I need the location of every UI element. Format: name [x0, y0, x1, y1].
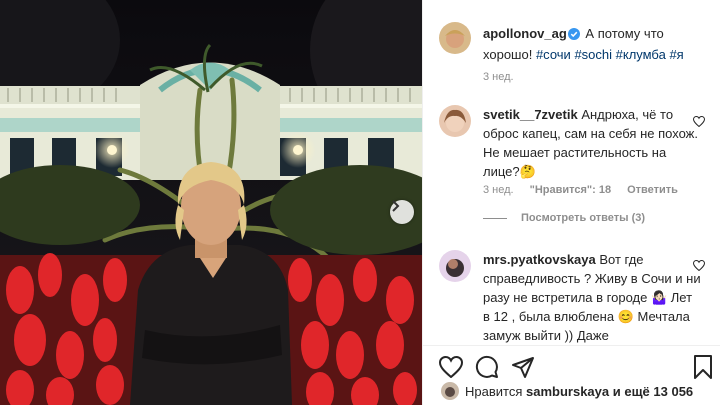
hashtag-sochi[interactable]: #sochi	[574, 47, 612, 62]
likes-prefix: Нравится	[465, 383, 523, 399]
next-photo-button[interactable]	[390, 200, 414, 224]
comments-scroll[interactable]: apollonov_ag А потому что хорошо! #сочи …	[423, 0, 720, 345]
author-username[interactable]: apollonov_ag	[483, 26, 567, 41]
heart-icon[interactable]	[438, 355, 464, 383]
comment-1-meta: 3 нед. "Нравится": 18 Ответить	[483, 184, 678, 196]
comment-2: mrs.pyatkovskaya Вот где справедливость …	[483, 250, 701, 345]
comment-likes-count[interactable]: "Нравится": 18	[530, 184, 611, 196]
post-photo-image	[0, 0, 422, 405]
bookmark-icon[interactable]	[693, 355, 713, 384]
comment-1: svetik__7zvetik Андрюха, чё то оброс кап…	[483, 105, 701, 181]
likes-summary[interactable]: Нравится samburskaya и ещё 13 056	[441, 382, 693, 400]
post-photo[interactable]	[0, 0, 422, 405]
verified-icon	[567, 26, 580, 45]
commenter-avatar[interactable]	[439, 250, 471, 282]
share-icon[interactable]	[511, 355, 535, 384]
commenter-avatar[interactable]	[439, 105, 471, 137]
post-caption: apollonov_ag А потому что хорошо! #сочи …	[483, 24, 713, 64]
comment-time: 3 нед.	[483, 184, 514, 196]
comment-icon[interactable]	[475, 355, 499, 384]
post-time: 3 нед.	[483, 71, 514, 83]
comments-panel: apollonov_ag А потому что хорошо! #сочи …	[422, 0, 720, 405]
comment-username[interactable]: svetik__7zvetik	[483, 107, 578, 122]
comment-username[interactable]: mrs.pyatkovskaya	[483, 252, 596, 267]
hashtag-klumba[interactable]: #клумба	[616, 47, 666, 62]
likes-count[interactable]: и ещё 13 056	[613, 384, 693, 399]
view-replies-label: Посмотреть ответы (3)	[521, 212, 646, 224]
like-comment-heart-icon[interactable]	[692, 258, 706, 276]
hashtag-ya[interactable]: #я	[669, 47, 683, 62]
liker-username[interactable]: samburskaya	[526, 384, 609, 399]
view-replies-button[interactable]: Посмотреть ответы (3)	[483, 212, 645, 224]
hashtag-sochi-ru[interactable]: #сочи	[536, 47, 571, 62]
replies-divider	[483, 217, 507, 219]
like-comment-heart-icon[interactable]	[692, 114, 706, 132]
liker-avatar	[441, 382, 459, 400]
author-avatar[interactable]	[439, 22, 471, 54]
reply-button[interactable]: Ответить	[627, 184, 678, 196]
